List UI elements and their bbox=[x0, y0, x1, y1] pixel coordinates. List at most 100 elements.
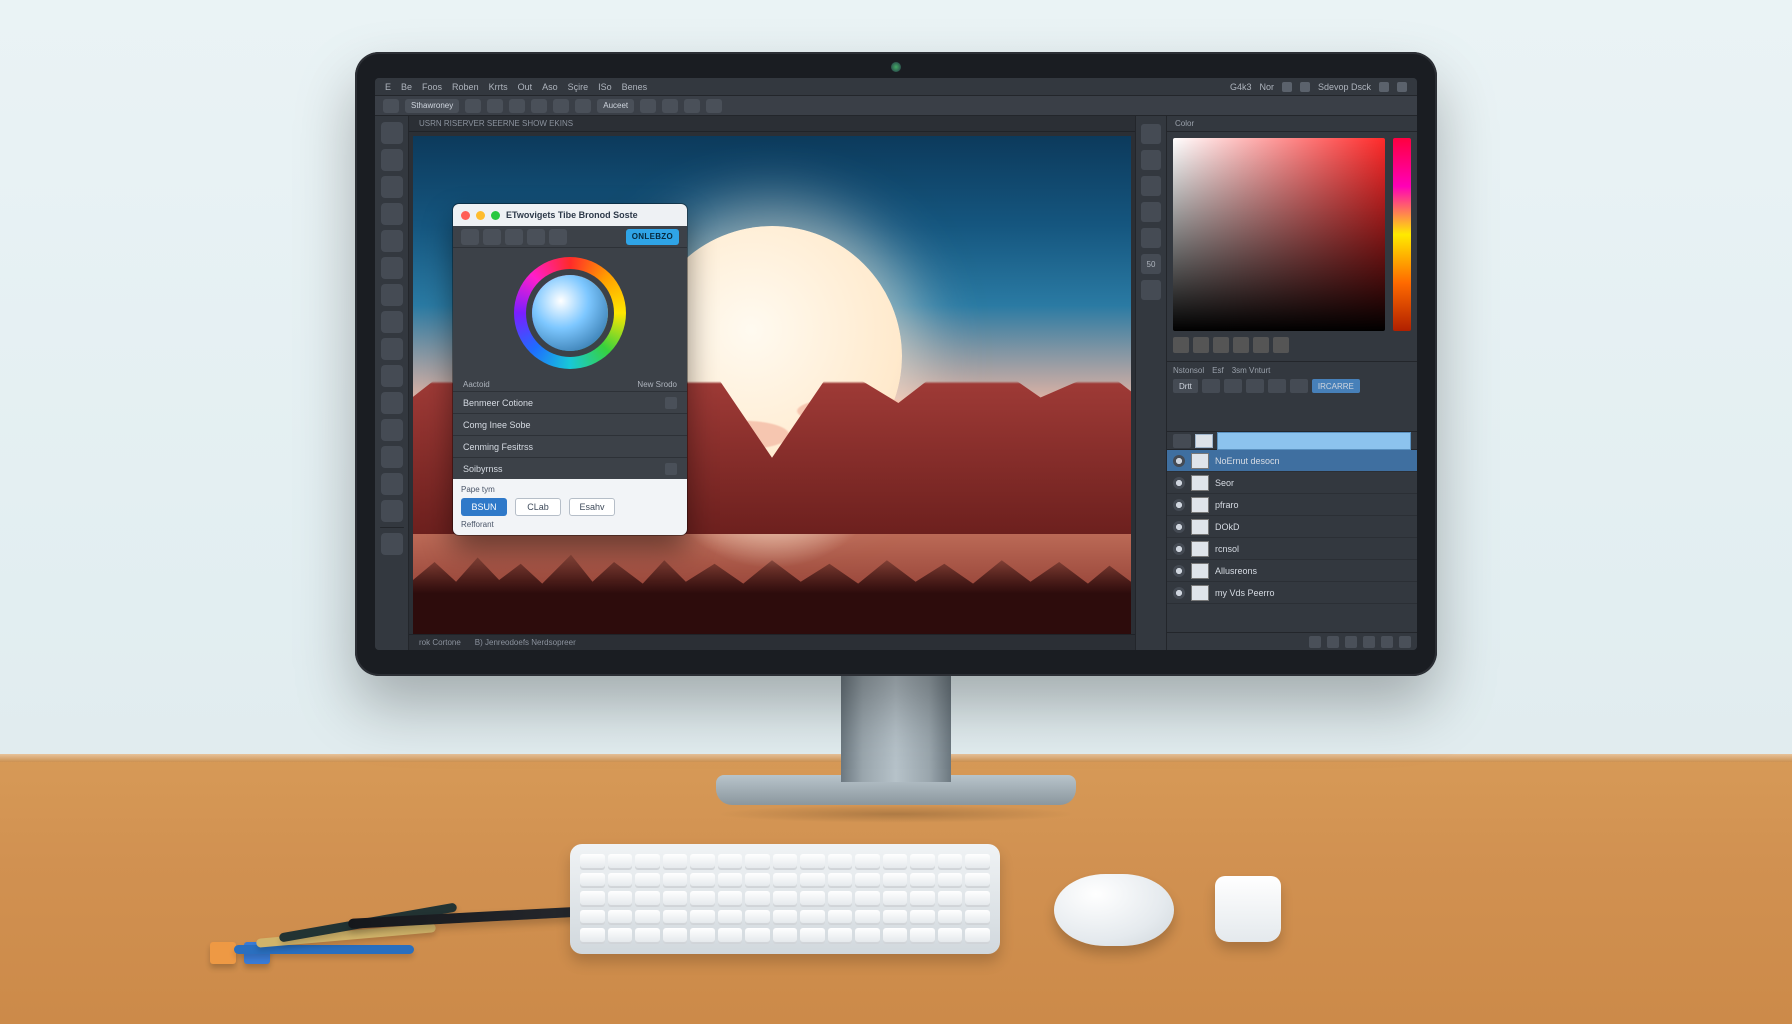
swatch[interactable] bbox=[1173, 337, 1189, 353]
property-icon[interactable] bbox=[1246, 379, 1264, 393]
property-icon[interactable] bbox=[1202, 379, 1220, 393]
color-wheel[interactable] bbox=[453, 248, 687, 378]
options-tool-icon[interactable] bbox=[383, 99, 399, 113]
search-icon[interactable] bbox=[1300, 82, 1310, 92]
visibility-icon[interactable] bbox=[1173, 521, 1185, 533]
menu-item[interactable]: Be bbox=[401, 82, 412, 92]
dialog-tool-icon[interactable] bbox=[461, 229, 479, 245]
window-max-icon[interactable] bbox=[1397, 82, 1407, 92]
options-chip[interactable]: Sthawroney bbox=[405, 99, 459, 113]
foreground-background-swatch[interactable] bbox=[381, 533, 403, 555]
dialog-list-item[interactable]: Comg Inee Sobe bbox=[453, 413, 687, 435]
options-chip[interactable] bbox=[575, 99, 591, 113]
menu-item[interactable]: Benes bbox=[622, 82, 648, 92]
menu-item[interactable]: Out bbox=[518, 82, 533, 92]
crop-tool[interactable] bbox=[381, 230, 403, 252]
dialog-list-item[interactable]: Cenming Fesitrss bbox=[453, 435, 687, 457]
layer-row[interactable]: Allusreons bbox=[1167, 560, 1417, 582]
clone-tool[interactable] bbox=[381, 311, 403, 333]
options-chip[interactable] bbox=[640, 99, 656, 113]
document-tab[interactable]: USRN RISERVER SEERNE SHOW EKINS bbox=[419, 119, 573, 128]
mask-icon[interactable] bbox=[1345, 636, 1357, 648]
window-min-icon[interactable] bbox=[1379, 82, 1389, 92]
visibility-icon[interactable] bbox=[1173, 543, 1185, 555]
swatch[interactable] bbox=[1213, 337, 1229, 353]
dialog-tool-icon[interactable] bbox=[527, 229, 545, 245]
dialog-list-item[interactable]: Soibyrnss bbox=[453, 457, 687, 479]
dock-icon[interactable] bbox=[1141, 124, 1161, 144]
panel-tab[interactable]: Nstonsol bbox=[1173, 366, 1204, 375]
hue-slider[interactable] bbox=[1393, 138, 1411, 331]
dock-icon[interactable] bbox=[1141, 202, 1161, 222]
dialog-list-item[interactable]: Benmeer Cotione bbox=[453, 391, 687, 413]
menubar-right-label[interactable]: Sdevop Dsck bbox=[1318, 82, 1371, 92]
zoom-tool[interactable] bbox=[381, 500, 403, 522]
minimize-icon[interactable] bbox=[476, 211, 485, 220]
dialog-hex-chip[interactable]: ONLEBZO bbox=[626, 229, 679, 245]
layer-row[interactable]: my Vds Peerro bbox=[1167, 582, 1417, 604]
dialog-tool-icon[interactable] bbox=[549, 229, 567, 245]
dock-icon[interactable] bbox=[1141, 176, 1161, 196]
property-icon[interactable] bbox=[1224, 379, 1242, 393]
layer-row[interactable]: Seor bbox=[1167, 472, 1417, 494]
shape-tool[interactable] bbox=[381, 446, 403, 468]
wand-tool[interactable] bbox=[381, 203, 403, 225]
options-chip[interactable] bbox=[662, 99, 678, 113]
panel-tab[interactable]: 3sm Vnturt bbox=[1232, 366, 1271, 375]
menu-item[interactable]: Krrts bbox=[489, 82, 508, 92]
visibility-icon[interactable] bbox=[1173, 477, 1185, 489]
swatch[interactable] bbox=[1273, 337, 1289, 353]
brush-tool[interactable] bbox=[381, 284, 403, 306]
dialog-primary-button[interactable]: BSUN bbox=[461, 498, 507, 516]
menu-item[interactable]: Foos bbox=[422, 82, 442, 92]
visibility-icon[interactable] bbox=[1173, 499, 1185, 511]
gradient-tool[interactable] bbox=[381, 365, 403, 387]
dialog-secondary-button[interactable]: CLab bbox=[515, 498, 561, 516]
layer-row[interactable]: DOkD bbox=[1167, 516, 1417, 538]
visibility-icon[interactable] bbox=[1173, 587, 1185, 599]
close-icon[interactable] bbox=[461, 211, 470, 220]
color-panel-tab[interactable]: Color bbox=[1167, 116, 1417, 132]
options-chip[interactable] bbox=[684, 99, 700, 113]
options-chip[interactable] bbox=[509, 99, 525, 113]
options-chip[interactable] bbox=[465, 99, 481, 113]
layer-row[interactable]: NoErnut desocn bbox=[1167, 450, 1417, 472]
options-chip[interactable]: Auceet bbox=[597, 99, 634, 113]
trash-icon[interactable] bbox=[1399, 636, 1411, 648]
folder-icon[interactable] bbox=[1363, 636, 1375, 648]
dock-icon[interactable]: 50 bbox=[1141, 254, 1161, 274]
dock-icon[interactable] bbox=[1141, 228, 1161, 248]
options-chip[interactable] bbox=[706, 99, 722, 113]
dock-icon[interactable] bbox=[1141, 280, 1161, 300]
swatch[interactable] bbox=[1193, 337, 1209, 353]
options-chip[interactable] bbox=[553, 99, 569, 113]
type-tool[interactable] bbox=[381, 419, 403, 441]
dialog-secondary-button[interactable]: Esahv bbox=[569, 498, 615, 516]
options-chip[interactable] bbox=[487, 99, 503, 113]
menu-item[interactable]: ISo bbox=[598, 82, 612, 92]
zoom-icon[interactable] bbox=[491, 211, 500, 220]
menu-item[interactable]: Sçire bbox=[568, 82, 589, 92]
dialog-titlebar[interactable]: ETwovigets Tibe Bronod Soste bbox=[453, 204, 687, 226]
canvas[interactable]: ETwovigets Tibe Bronod Soste ONLEBZO bbox=[413, 136, 1131, 634]
property-pill[interactable]: IRCARRE bbox=[1312, 379, 1360, 393]
timeline-frame[interactable] bbox=[1195, 434, 1213, 448]
layer-row[interactable]: rcnsol bbox=[1167, 538, 1417, 560]
property-icon[interactable] bbox=[1290, 379, 1308, 393]
move-tool[interactable] bbox=[381, 122, 403, 144]
panel-tab[interactable]: Esf bbox=[1212, 366, 1224, 375]
property-icon[interactable] bbox=[1268, 379, 1286, 393]
dialog-tool-icon[interactable] bbox=[483, 229, 501, 245]
eraser-tool[interactable] bbox=[381, 338, 403, 360]
menu-item[interactable]: Roben bbox=[452, 82, 479, 92]
layer-row[interactable]: pfraro bbox=[1167, 494, 1417, 516]
timeline-icon[interactable] bbox=[1173, 434, 1191, 448]
lasso-tool[interactable] bbox=[381, 176, 403, 198]
eyedropper-tool[interactable] bbox=[381, 257, 403, 279]
swatch[interactable] bbox=[1233, 337, 1249, 353]
dialog-tool-icon[interactable] bbox=[505, 229, 523, 245]
swatch[interactable] bbox=[1253, 337, 1269, 353]
visibility-icon[interactable] bbox=[1173, 565, 1185, 577]
new-layer-icon[interactable] bbox=[1381, 636, 1393, 648]
visibility-icon[interactable] bbox=[1173, 455, 1185, 467]
